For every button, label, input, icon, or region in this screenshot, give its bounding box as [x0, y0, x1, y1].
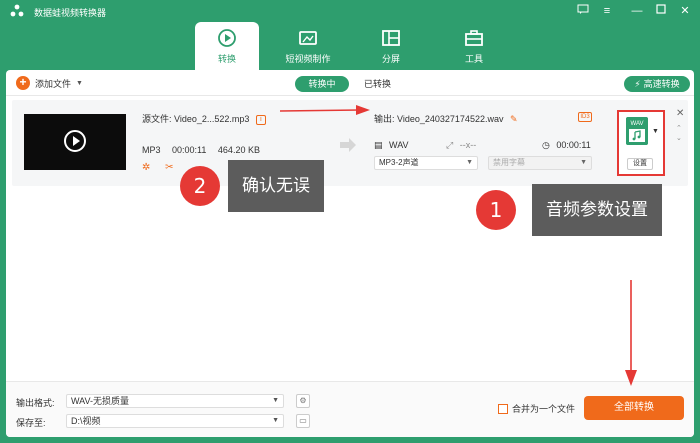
app-window: 数据蛙视频转换器 ≡ — ✕ 转换 短视频制作 分屏 工具 + 添加文件 ▼ 转… — [0, 0, 700, 443]
output-format-select-value: WAV-无损质量 — [71, 396, 129, 406]
arrow-right-icon — [340, 138, 356, 152]
add-file-label: 添加文件 — [35, 78, 72, 89]
app-logo-icon — [10, 4, 24, 17]
output-duration-value: 00:00:11 — [556, 140, 591, 150]
tab-convert-label: 转换 — [217, 54, 236, 64]
source-meta: MP3 00:00:11 464.20 KB — [142, 145, 269, 155]
save-to-label: 保存至: — [16, 418, 46, 428]
output-format-label: 输出格式: — [16, 398, 55, 408]
source-duration: 00:00:11 — [172, 145, 207, 155]
chevron-down-icon: ▼ — [466, 159, 473, 166]
step-2-label: 确认无误 — [228, 160, 324, 212]
format-settings-icon[interactable]: ⚙ — [296, 394, 310, 408]
output-resolution: ⤢ --x-- — [446, 140, 476, 151]
move-down-icon[interactable]: ⌄ — [676, 134, 682, 142]
chevron-down-icon: ▼ — [272, 417, 279, 424]
film-icon: ▤ — [374, 140, 383, 150]
source-filename: Video_2...522.mp3 — [174, 114, 250, 124]
tv-icon — [299, 31, 317, 45]
subtitle-select[interactable]: 禁用字幕 ▼ — [488, 156, 592, 170]
move-up-icon[interactable]: ⌃ — [676, 124, 682, 132]
audio-channel-value: MP3-2声道 — [379, 158, 419, 167]
tab-tools-label: 工具 — [464, 54, 483, 64]
main-panel: + 添加文件 ▼ 转换中 已转换 ⚡ 高速转换 源文件: Video_2...5… — [6, 70, 694, 437]
annotation-arrow-to-output — [280, 105, 370, 115]
split-screen-icon — [382, 30, 400, 46]
title-bar: 数据蛙视频转换器 ≡ — ✕ — [0, 0, 700, 22]
tab-tools[interactable]: 工具 — [442, 22, 506, 70]
close-window-icon[interactable]: ✕ — [678, 4, 692, 18]
annotation-step-2: 2 确认无误 — [180, 160, 324, 212]
minimize-icon[interactable]: — — [630, 4, 644, 18]
format-badge: WAV — [631, 121, 644, 127]
source-file-line: 源文件: Video_2...522.mp3 i — [142, 112, 266, 125]
app-title: 数据蛙视频转换器 — [34, 8, 107, 18]
output-file-line: 输出: Video_240327174522.wav ✎ — [374, 112, 518, 125]
tab-converted[interactable]: 已转换 — [364, 76, 391, 92]
output-format-settings[interactable]: WAV ▼ 设置 — [617, 110, 665, 176]
toolbox-icon — [465, 30, 483, 46]
wav-file-icon: WAV — [626, 117, 648, 145]
output-format-select[interactable]: WAV-无损质量 ▼ — [66, 394, 284, 408]
step-number-1: 1 — [476, 190, 516, 230]
fast-convert-label: 高速转换 — [643, 79, 680, 89]
save-path-select[interactable]: D:\视频 ▼ — [66, 414, 284, 428]
save-path-value: D:\视频 — [71, 416, 101, 426]
settings-button[interactable]: 设置 — [627, 158, 653, 170]
bottom-bar: 输出格式: WAV-无损质量 ▼ ⚙ 保存至: D:\视频 ▼ ▭ 合并为一个文… — [6, 381, 694, 437]
clock-icon: ◷ — [542, 140, 550, 150]
scissors-icon[interactable]: ✂ — [165, 162, 173, 173]
info-icon[interactable]: i — [255, 114, 266, 125]
chevron-down-icon[interactable]: ▼ — [652, 128, 659, 135]
subtitle-value: 禁用字幕 — [493, 158, 525, 167]
output-resolution-value: --x-- — [459, 140, 477, 150]
chevron-down-icon[interactable]: ▼ — [76, 80, 83, 87]
annotation-arrow-to-convert — [625, 280, 637, 386]
tab-convert[interactable]: 转换 — [195, 22, 259, 70]
tab-short-video-label: 短视频制作 — [285, 54, 331, 64]
toolbar: + 添加文件 ▼ 转换中 已转换 ⚡ 高速转换 — [6, 70, 694, 96]
output-format-value: WAV — [389, 140, 409, 150]
fast-convert-button[interactable]: ⚡ 高速转换 — [624, 76, 690, 92]
video-thumbnail[interactable] — [24, 114, 126, 170]
source-size: 464.20 KB — [217, 145, 260, 155]
message-icon[interactable] — [576, 4, 590, 18]
plus-icon: + — [16, 76, 30, 90]
folder-icon[interactable]: ▭ — [296, 414, 310, 428]
convert-icon — [218, 29, 236, 47]
tab-split-screen-label: 分屏 — [381, 54, 400, 64]
source-format: MP3 — [142, 145, 161, 155]
checkbox-icon[interactable] — [498, 403, 508, 414]
output-duration: ◷ 00:00:11 — [542, 140, 591, 151]
maximize-icon[interactable] — [654, 4, 668, 18]
menu-icon[interactable]: ≡ — [600, 4, 614, 18]
step-number-2: 2 — [180, 166, 220, 206]
output-label: 输出: — [374, 114, 395, 124]
step-1-label: 音频参数设置 — [532, 184, 662, 236]
audio-channel-select[interactable]: MP3-2声道 ▼ — [374, 156, 478, 170]
tab-split-screen[interactable]: 分屏 — [359, 22, 423, 70]
convert-all-button[interactable]: 全部转换 — [584, 396, 684, 420]
add-file-button[interactable]: + 添加文件 ▼ — [16, 76, 83, 90]
chevron-down-icon: ▼ — [580, 159, 587, 166]
edit-icon[interactable]: ✎ — [510, 114, 518, 124]
play-icon[interactable] — [64, 130, 86, 152]
chevron-down-icon: ▼ — [272, 397, 279, 404]
magic-wand-icon[interactable]: ✲ — [142, 162, 150, 173]
remove-file-icon[interactable]: ✕ — [676, 108, 684, 119]
merge-checkbox[interactable]: 合并为一个文件 — [498, 402, 575, 415]
tab-converting[interactable]: 转换中 — [295, 76, 349, 92]
lightning-icon: ⚡ — [634, 79, 641, 89]
output-filename: Video_240327174522.wav — [397, 114, 504, 124]
resize-icon: ⤢ — [446, 140, 454, 150]
output-format: ▤ WAV — [374, 140, 409, 151]
annotation-step-1: 1 音频参数设置 — [476, 184, 662, 236]
source-label: 源文件: — [142, 114, 172, 124]
merge-label: 合并为一个文件 — [512, 404, 576, 414]
tab-short-video[interactable]: 短视频制作 — [276, 22, 340, 70]
id3-tag-button[interactable]: ID3 — [578, 112, 592, 122]
